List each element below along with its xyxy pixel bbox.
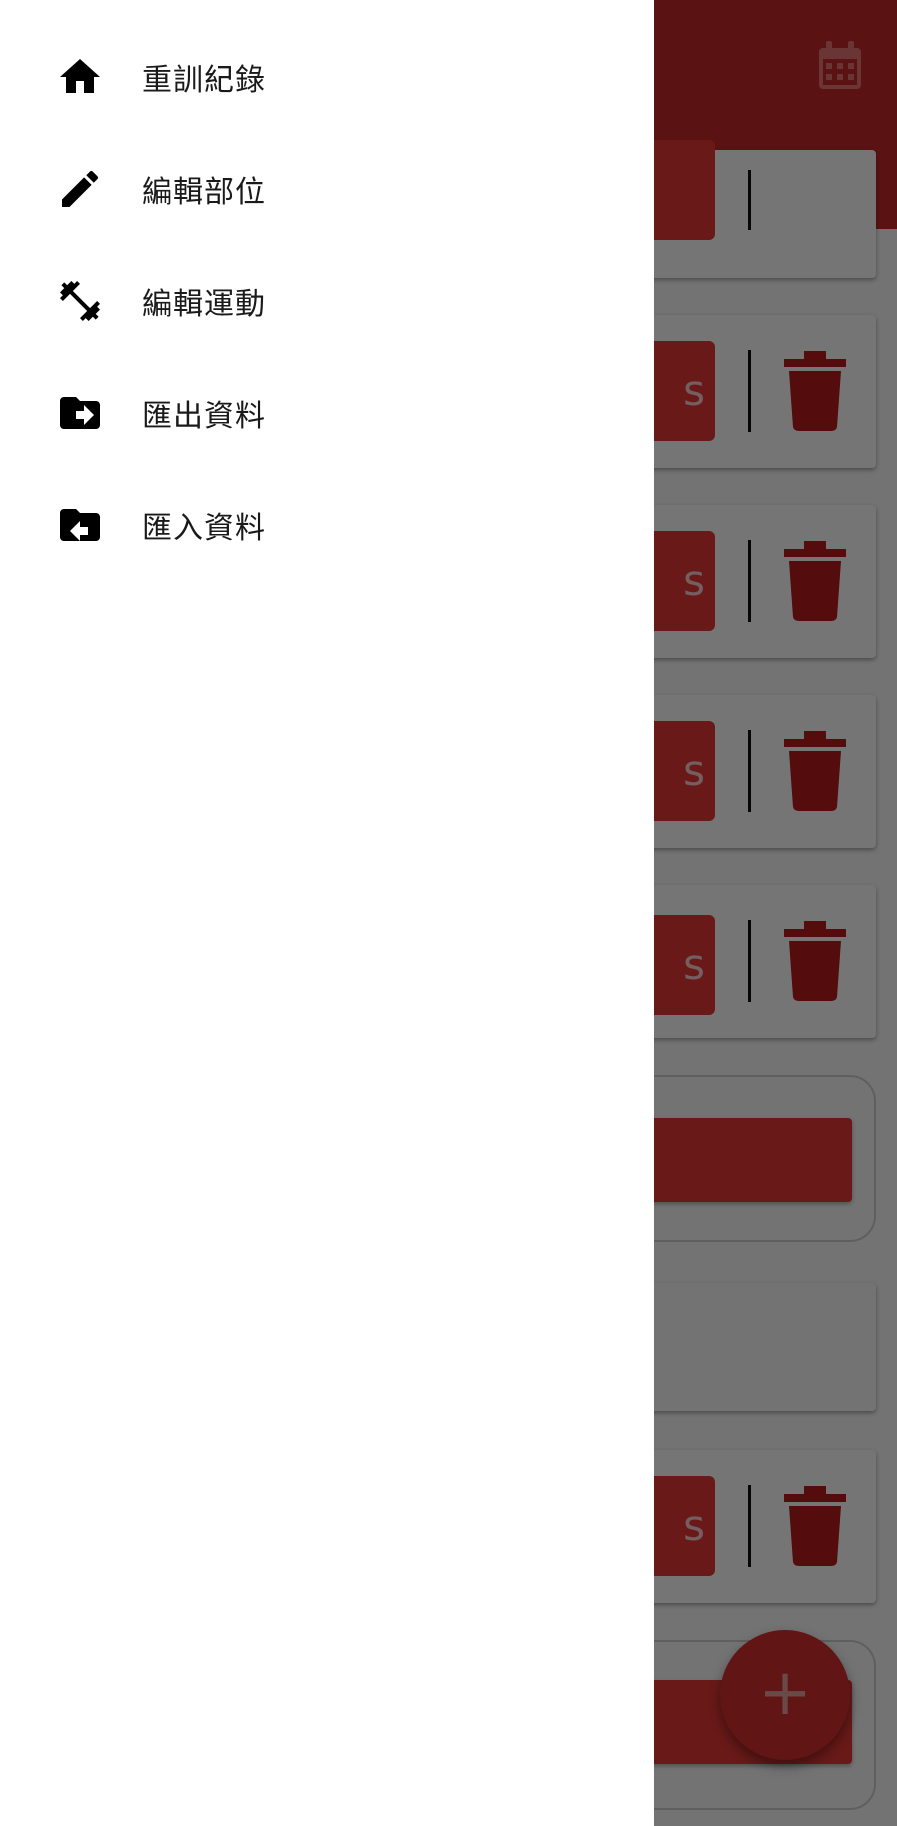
drawer-item-export-data[interactable]: 匯出資料: [0, 357, 654, 469]
dumbbell-icon: [56, 277, 104, 325]
drawer-item-edit-body-parts[interactable]: 編輯部位: [0, 133, 654, 245]
drawer-item-workout-log[interactable]: 重訓紀錄: [0, 21, 654, 133]
drawer-item-label: 編輯部位: [142, 175, 266, 210]
drawer-item-label: 匯出資料: [142, 399, 266, 434]
drawer-item-label: 匯入資料: [142, 511, 266, 546]
drawer-item-label: 重訓紀錄: [142, 63, 266, 98]
pencil-icon: [56, 165, 104, 213]
drawer-item-import-data[interactable]: 匯入資料: [0, 469, 654, 581]
drawer-item-label: 編輯運動: [142, 287, 266, 322]
drawer-item-edit-exercises[interactable]: 編輯運動: [0, 245, 654, 357]
folder-import-icon: [56, 501, 104, 549]
folder-export-icon: [56, 389, 104, 437]
home-icon: [56, 53, 104, 101]
navigation-drawer: 重訓紀錄 編輯部位 編輯運動 匯出資料 匯入資料: [0, 0, 654, 1826]
